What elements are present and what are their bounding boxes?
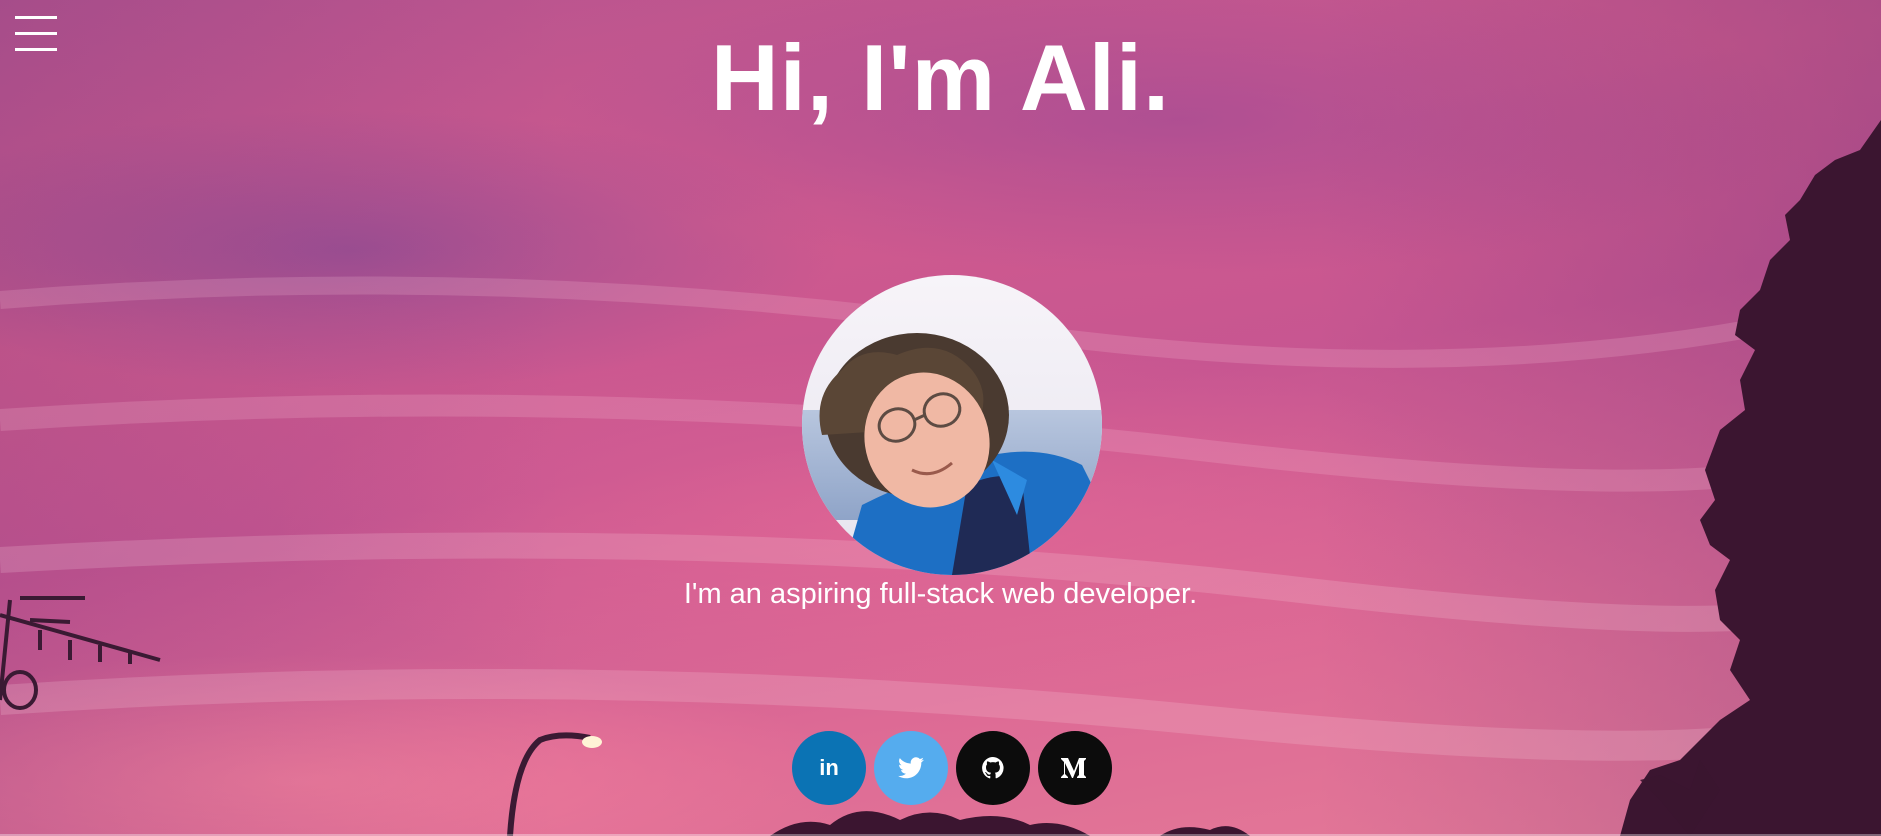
hero-section: Hi, I'm Ali. I'm an aspiring full-stack … [0,0,1881,836]
street-lamp-silhouette [507,732,602,836]
linkedin-link-button[interactable]: in [792,731,866,805]
twitter-link-button[interactable] [874,731,948,805]
medium-link-button[interactable] [1038,731,1112,805]
github-icon [982,757,1004,779]
linkedin-icon: in [819,755,839,780]
profile-avatar [802,275,1102,575]
social-links: in [792,731,1112,805]
medium-icon [1061,758,1086,778]
hamburger-icon-bar-top [15,16,57,19]
page-title: Hi, I'm Ali. [710,25,1171,130]
tagline-text: I'm an aspiring full-stack web developer… [683,578,1198,610]
profile-photo [802,275,1102,575]
github-link-button[interactable] [956,731,1030,805]
twitter-icon [898,757,924,779]
shrub-silhouette [770,811,1250,836]
